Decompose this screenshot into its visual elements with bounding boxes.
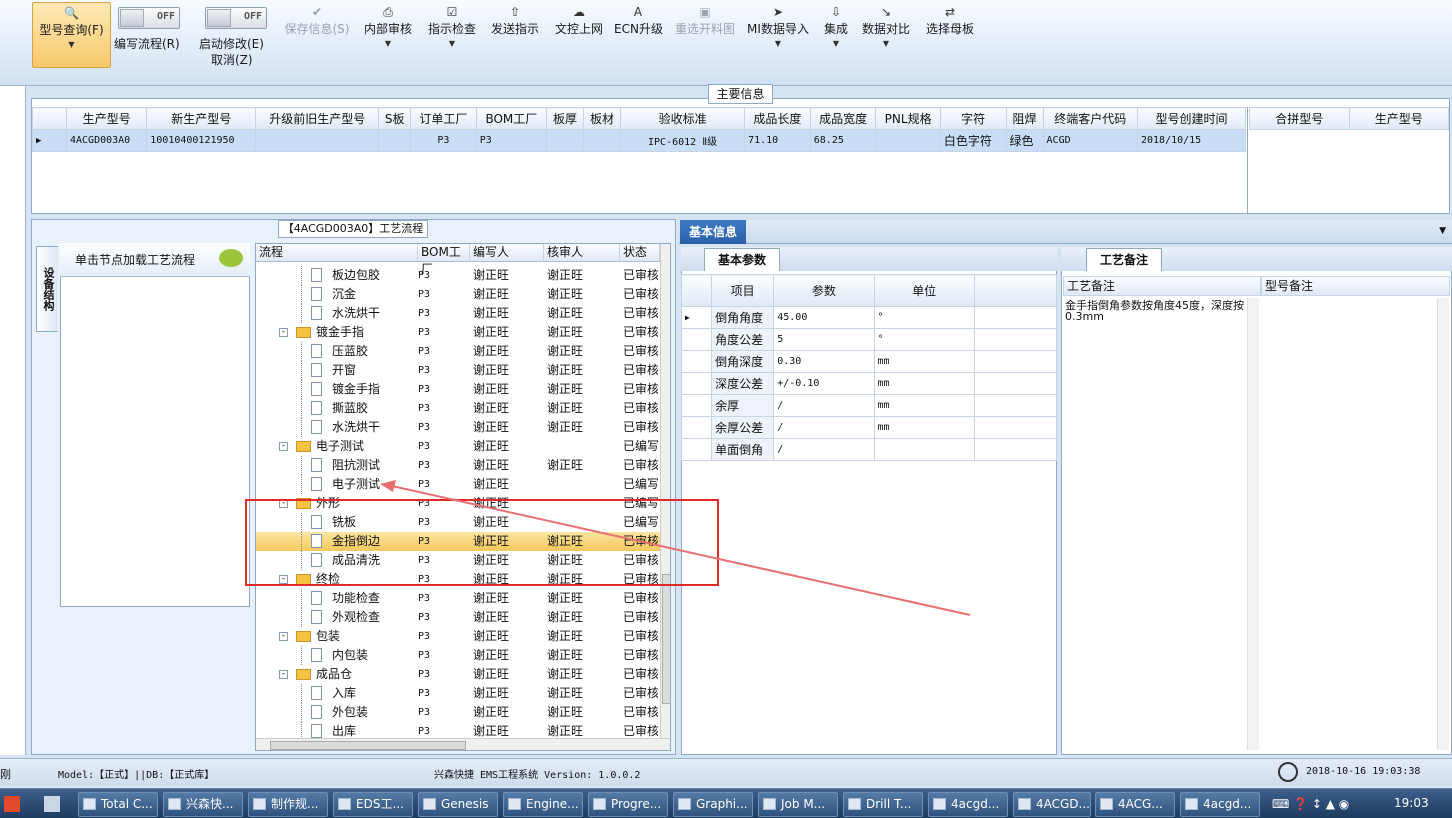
status-bar: 刚 Model:【正式】||DB:【正式库】 兴森快捷 EMS工程系统 Vers… <box>0 758 1452 786</box>
taskbar-item[interactable]: 制作规... <box>248 792 328 817</box>
taskbar-item[interactable]: Progre... <box>588 792 668 817</box>
app-icon[interactable] <box>4 796 20 812</box>
taskbar-item[interactable]: Total C... <box>78 792 158 817</box>
taskbar-item[interactable]: Job M... <box>758 792 838 817</box>
window-icon <box>1018 798 1031 810</box>
window-icon <box>933 798 946 810</box>
taskbar-item[interactable]: Graphi... <box>673 792 753 817</box>
taskbar-item[interactable]: 4acgd... <box>1180 792 1260 817</box>
status-datetime: 2018-10-16 19:03:38 <box>1306 766 1421 777</box>
taskbar-item[interactable]: Drill T... <box>843 792 923 817</box>
window-icon <box>338 798 351 810</box>
taskbar-item[interactable]: 4ACGD... <box>1013 792 1091 817</box>
model-db-status: Model:【正式】||DB:【正式库】 <box>58 770 215 781</box>
taskbar-item[interactable]: Genesis <box>418 792 498 817</box>
window-icon <box>508 798 521 810</box>
taskbar-item[interactable]: Engine... <box>503 792 583 817</box>
clock-icon <box>1278 762 1298 782</box>
tray-icons[interactable]: ⌨ ❓ ↕ ▲ ◉ <box>1272 797 1349 811</box>
window-icon <box>593 798 606 810</box>
window-icon <box>168 798 181 810</box>
window-icon <box>423 798 436 810</box>
taskbar-item[interactable]: 4acgd... <box>928 792 1008 817</box>
app-version: 兴森快捷 EMS工程系统 Version: 1.0.0.2 <box>434 770 641 781</box>
window-icon <box>763 798 776 810</box>
taskbar-item[interactable]: 兴森快... <box>163 792 243 817</box>
annotation-arrow <box>380 480 971 616</box>
taskbar-item[interactable]: EDS工... <box>333 792 413 817</box>
window-icon <box>1185 798 1198 810</box>
taskbar-item[interactable]: 4ACG... <box>1095 792 1175 817</box>
windows-taskbar: Total C... 兴森快... 制作规... EDS工... Genesis Engi… <box>0 788 1452 818</box>
window-icon <box>83 798 96 810</box>
window-icon <box>678 798 691 810</box>
window-icon <box>1100 798 1113 810</box>
window-icon <box>253 798 266 810</box>
taskbar-clock: 19:03 <box>1394 796 1429 810</box>
app-icon[interactable] <box>44 796 60 812</box>
window-icon <box>848 798 861 810</box>
